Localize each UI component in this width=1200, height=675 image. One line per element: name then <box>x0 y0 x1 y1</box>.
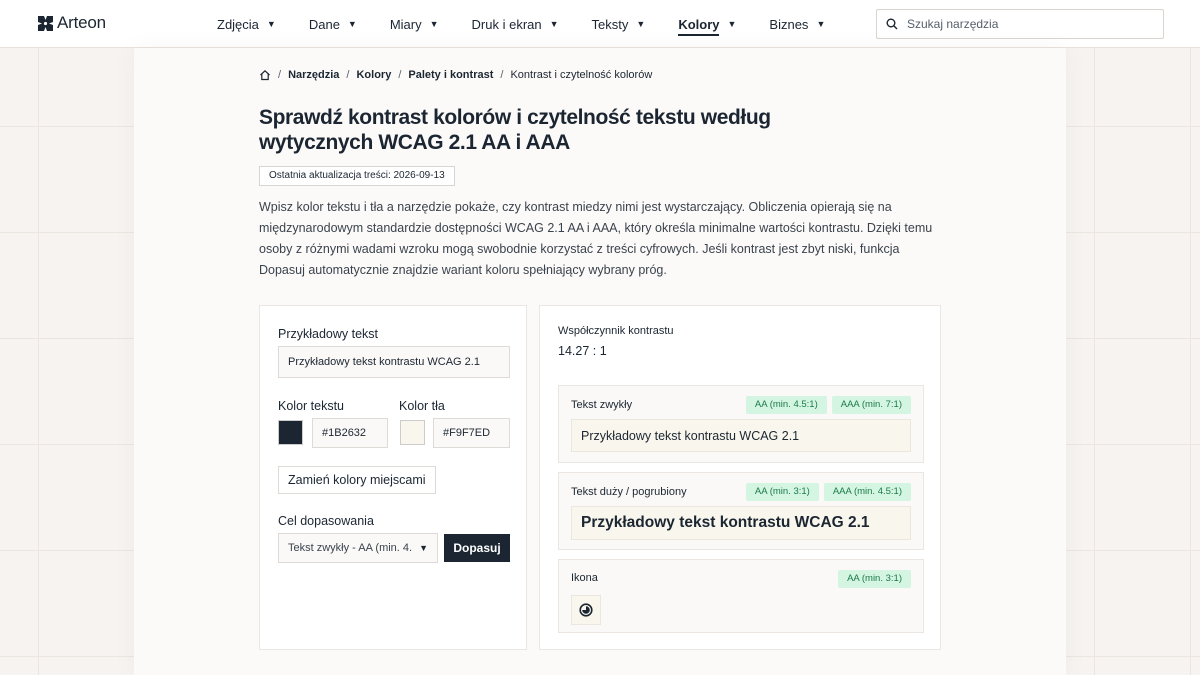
bg-color-input[interactable] <box>433 418 510 448</box>
content-card: / Narzędzia / Kolory / Palety i kontrast… <box>134 48 1066 675</box>
search-input[interactable] <box>907 17 1147 31</box>
chevron-down-icon: ▼ <box>347 19 357 29</box>
contrast-ratio-value: 14.27 : 1 <box>558 344 607 358</box>
result-label: Tekst zwykły <box>571 399 633 411</box>
nav-item-teksty[interactable]: Teksty ▼ <box>592 0 646 48</box>
chevron-down-icon: ▼ <box>727 19 737 29</box>
main-nav: Zdjęcia ▼ Dane ▼ Miary ▼ Druk i ekran ▼ … <box>217 0 858 48</box>
target-select[interactable]: Tekst zwykły - AA (min. 4.5:1) ▼ <box>278 533 438 563</box>
pass-badge-aaa: AAA (min. 4.5:1) <box>823 483 911 501</box>
breadcrumb-current: Kontrast i czytelność kolorów <box>510 69 653 81</box>
sample-text-input[interactable] <box>278 346 510 378</box>
result-label: Tekst duży / pogrubiony <box>571 486 687 498</box>
chevron-down-icon: ▼ <box>266 19 276 29</box>
result-normal-text: Tekst zwykły AA (min. 4.5:1) AAA (min. 7… <box>558 385 924 463</box>
page-title: Sprawdź kontrast kolorów i czytelność te… <box>259 106 771 154</box>
result-icon: Ikona AA (min. 3:1) <box>558 559 924 633</box>
home-icon[interactable] <box>259 69 271 81</box>
nav-item-label: Teksty <box>591 16 629 32</box>
breadcrumb-separator: / <box>278 69 282 81</box>
chevron-down-icon: ▼ <box>549 19 559 29</box>
badge-group: AA (min. 3:1) AAA (min. 4.5:1) <box>745 483 911 501</box>
result-large-text: Tekst duży / pogrubiony AA (min. 3:1) AA… <box>558 472 924 550</box>
breadcrumb-separator: / <box>500 69 504 81</box>
logo[interactable]: Arteon <box>38 13 106 33</box>
contrast-icon <box>579 603 593 617</box>
sample-text-label: Przykładowy tekst <box>278 327 379 341</box>
logo-text: Arteon <box>57 13 106 32</box>
preview-normal-text: Przykładowy tekst kontrastu WCAG 2.1 <box>571 419 911 452</box>
fit-button[interactable]: Dopasuj <box>444 534 510 562</box>
preview-large-text: Przykładowy tekst kontrastu WCAG 2.1 <box>571 506 911 540</box>
breadcrumb: / Narzędzia / Kolory / Palety i kontrast… <box>259 69 652 81</box>
bg-color-swatch[interactable] <box>400 420 425 445</box>
pass-badge-aa: AA (min. 3:1) <box>838 570 911 588</box>
target-select-value: Tekst zwykły - AA (min. 4.5:1) <box>288 542 412 554</box>
badge-group: AA (min. 3:1) <box>838 570 911 588</box>
nav-item-label: Biznes <box>769 16 809 32</box>
nav-item-zdjecia[interactable]: Zdjęcia ▼ <box>217 0 276 48</box>
result-label: Ikona <box>571 572 598 584</box>
badge-group: AA (min. 4.5:1) AAA (min. 7:1) <box>745 396 911 414</box>
pass-badge-aa: AA (min. 4.5:1) <box>745 396 827 414</box>
text-color-label: Kolor tekstu <box>278 399 345 413</box>
breadcrumb-item-palety[interactable]: Palety i kontrast <box>408 69 493 81</box>
nav-item-label: Miary <box>389 16 422 32</box>
breadcrumb-item-kolory[interactable]: Kolory <box>356 69 391 81</box>
breadcrumb-item-narzedzia[interactable]: Narzędzia <box>288 69 339 81</box>
nav-item-biznes[interactable]: Biznes ▼ <box>769 0 825 48</box>
chevron-down-icon: ▼ <box>816 19 826 29</box>
swap-colors-button[interactable]: Zamień kolory miejscami <box>278 466 436 494</box>
target-label: Cel dopasowania <box>278 514 374 528</box>
contrast-ratio-label: Współczynnik kontrastu <box>558 325 674 337</box>
results-panel: Współczynnik kontrastu 14.27 : 1 Tekst z… <box>539 305 941 650</box>
nav-item-kolory[interactable]: Kolory ▼ <box>678 0 736 48</box>
search-icon <box>886 18 898 30</box>
pass-badge-aaa: AAA (min. 7:1) <box>831 396 911 414</box>
nav-item-miary[interactable]: Miary ▼ <box>390 0 439 48</box>
input-panel: Przykładowy tekst Kolor tekstu Kolor tła… <box>259 305 527 650</box>
nav-item-dane[interactable]: Dane ▼ <box>309 0 357 48</box>
logo-icon <box>38 15 53 31</box>
bg-color-label: Kolor tła <box>399 399 445 413</box>
updated-badge: Ostatnia aktualizacja treści: 2026-09-13 <box>259 166 455 186</box>
chevron-down-icon: ▼ <box>419 543 428 553</box>
chevron-down-icon: ▼ <box>429 19 439 29</box>
pass-badge-aa: AA (min. 3:1) <box>745 483 819 501</box>
search-box[interactable] <box>876 9 1164 39</box>
text-color-input[interactable] <box>312 418 388 448</box>
breadcrumb-separator: / <box>346 69 350 81</box>
nav-item-druk-i-ekran[interactable]: Druk i ekran ▼ <box>472 0 559 48</box>
nav-item-label: Dane <box>308 16 340 32</box>
nav-item-label: Druk i ekran <box>471 16 542 32</box>
nav-item-label: Zdjęcia <box>217 16 259 32</box>
intro-text: Wpisz kolor tekstu i tła a narzędzie pok… <box>259 200 933 277</box>
chevron-down-icon: ▼ <box>636 19 646 29</box>
text-color-swatch[interactable] <box>278 420 303 445</box>
top-header: Arteon Zdjęcia ▼ Dane ▼ Miary ▼ Druk i e… <box>0 0 1200 48</box>
breadcrumb-separator: / <box>398 69 402 81</box>
icon-preview <box>571 595 601 625</box>
nav-item-label: Kolory <box>678 17 720 36</box>
